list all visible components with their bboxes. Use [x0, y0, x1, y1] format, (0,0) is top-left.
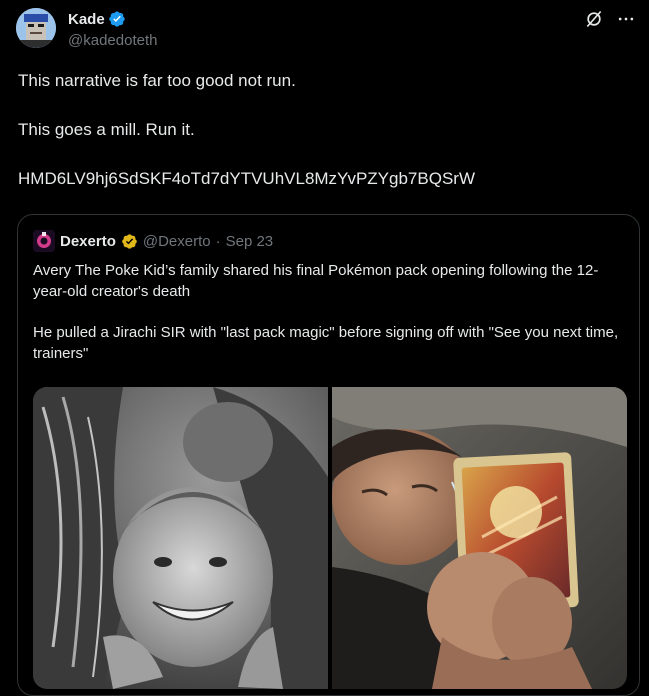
quoted-author-avatar[interactable] — [33, 230, 55, 252]
quoted-author-handle[interactable]: @Dexerto — [143, 233, 211, 250]
media-photo-color[interactable] — [332, 387, 627, 689]
author-avatar[interactable] — [16, 8, 56, 48]
quoted-tweet[interactable]: Dexerto @Dexerto · Sep 23 Avery The Poke… — [17, 214, 640, 696]
tweet-paragraph: This goes a mill. Run it. — [18, 120, 195, 139]
tweet-paragraph: HMD6LV9hj6SdSKF4oTd7dYTVUhVL8MzYvPZYgb7B… — [18, 169, 475, 188]
tweet-paragraph: This narrative is far too good not run. — [18, 71, 296, 90]
quoted-tweet-date[interactable]: Sep 23 — [226, 233, 274, 250]
author-handle[interactable]: @kadedoteth — [68, 31, 157, 51]
quoted-media-grid — [33, 387, 627, 689]
quoted-author-name[interactable]: Dexerto — [60, 233, 116, 250]
quoted-paragraph: He pulled a Jirachi SIR with "last pack … — [33, 324, 619, 362]
tweet-actions — [583, 8, 637, 30]
media-photo-bw[interactable] — [33, 387, 328, 689]
quoted-tweet-header: Dexerto @Dexerto · Sep 23 — [33, 230, 274, 252]
more-options-icon[interactable] — [615, 8, 637, 30]
tweet-text: This narrative is far too good not run. … — [18, 70, 633, 190]
author-block: Kade @kadedoteth — [68, 9, 157, 51]
tweet[interactable]: Kade @kadedoteth This narrative is far t… — [0, 0, 649, 696]
author-name[interactable]: Kade — [68, 11, 105, 28]
quoted-tweet-text: Avery The Poke Kid’s family shared his f… — [33, 260, 628, 364]
verified-badge-icon[interactable] — [108, 10, 126, 28]
quoted-paragraph: Avery The Poke Kid’s family shared his f… — [33, 262, 599, 300]
gold-verified-icon[interactable] — [121, 233, 138, 250]
grok-icon[interactable] — [583, 8, 605, 30]
separator-dot: · — [215, 232, 221, 250]
